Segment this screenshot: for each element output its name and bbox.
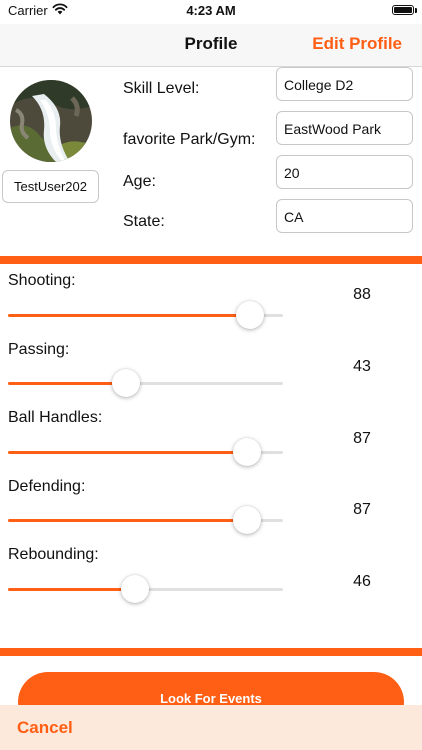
favorite-park-field[interactable]: EastWood Park — [276, 111, 413, 145]
rebounding-value: 46 — [353, 573, 371, 590]
shooting-label: Shooting: — [8, 272, 76, 289]
shooting-slider-fill — [8, 314, 250, 317]
ball-handles-value: 87 — [353, 430, 371, 447]
shooting-slider-thumb[interactable] — [236, 301, 264, 329]
status-bar: Carrier 4:23 AM — [0, 0, 422, 24]
skill-level-field[interactable]: College D2 — [276, 67, 413, 101]
passing-label: Passing: — [8, 341, 70, 358]
username-label: TestUser202 — [2, 170, 99, 203]
age-label: Age: — [123, 173, 156, 190]
section-divider-bottom — [0, 648, 422, 656]
ball-handles-slider-fill — [8, 451, 248, 454]
battery-tip — [415, 8, 417, 13]
ball-handles-slider[interactable] — [8, 438, 283, 466]
cancel-button[interactable]: Cancel — [17, 718, 73, 738]
passing-value: 43 — [353, 358, 371, 375]
rebounding-label: Rebounding: — [8, 546, 99, 563]
ball-handles-slider-thumb[interactable] — [233, 438, 262, 466]
favorite-park-label: favorite Park/Gym: — [123, 131, 256, 148]
edit-profile-button[interactable]: Edit Profile — [312, 34, 402, 54]
navigation-bar: Profile Edit Profile — [0, 24, 422, 67]
passing-slider-fill — [8, 382, 127, 385]
skill-level-label: Skill Level: — [123, 80, 200, 97]
passing-slider[interactable] — [8, 369, 283, 397]
ball-handles-label: Ball Handles: — [8, 409, 103, 426]
rebounding-slider[interactable] — [8, 575, 283, 603]
avatar-waterfall-photo — [10, 80, 92, 162]
shooting-value: 88 — [353, 286, 371, 303]
battery-icon — [392, 5, 414, 15]
rebounding-slider-fill — [8, 588, 135, 591]
rebounding-slider-thumb[interactable] — [120, 575, 149, 603]
defending-value: 87 — [353, 501, 371, 518]
shooting-slider[interactable] — [8, 301, 283, 329]
bottom-bar: Cancel — [0, 705, 422, 750]
avatar — [10, 80, 92, 162]
age-field[interactable]: 20 — [276, 155, 413, 189]
section-divider-top — [0, 256, 422, 264]
passing-slider-thumb[interactable] — [112, 369, 141, 397]
defending-slider-thumb[interactable] — [233, 506, 262, 534]
clock: 4:23 AM — [186, 3, 236, 18]
defending-slider-fill — [8, 519, 248, 522]
defending-label: Defending: — [8, 478, 86, 495]
state-field[interactable]: CA — [276, 199, 413, 233]
defending-slider[interactable] — [8, 506, 283, 534]
state-label: State: — [123, 213, 165, 230]
